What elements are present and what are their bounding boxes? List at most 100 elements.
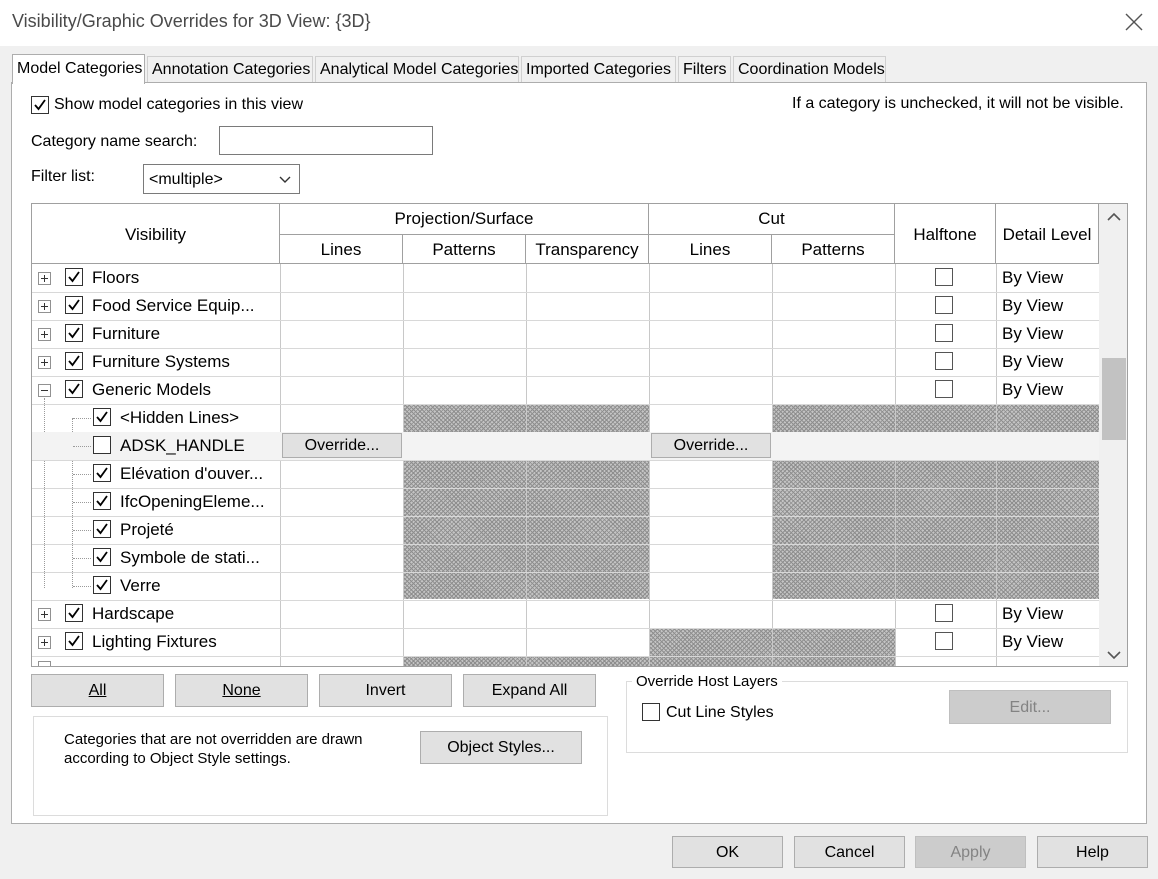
row-category-name: <Hidden Lines> [120, 408, 240, 427]
halftone-checkbox[interactable] [935, 296, 953, 314]
row-category-name: Furniture Systems [92, 352, 230, 371]
table-row[interactable]: ADSK_HANDLE Override... Override... [32, 432, 1099, 460]
row-visibility-checkbox[interactable] [65, 352, 83, 370]
collapse-icon[interactable] [38, 384, 51, 397]
table-row[interactable]: Projeté [32, 516, 1099, 544]
header-transparency[interactable]: Transparency [526, 235, 649, 264]
row-visibility-checkbox[interactable] [93, 408, 111, 426]
row-visibility-checkbox[interactable] [65, 296, 83, 314]
edit-button[interactable]: Edit... [949, 690, 1111, 724]
check-icon [96, 523, 108, 535]
row-visibility-checkbox[interactable] [65, 268, 83, 286]
check-icon [96, 579, 108, 591]
filter-list-select[interactable]: <multiple> [143, 164, 300, 194]
row-visibility-checkbox[interactable] [93, 464, 111, 482]
expand-icon[interactable] [38, 356, 51, 369]
table-row[interactable]: Floors By View [32, 264, 1099, 292]
object-styles-button[interactable]: Object Styles... [420, 731, 582, 764]
header-visibility[interactable]: Visibility [32, 204, 280, 264]
scrollbar-thumb[interactable] [1102, 358, 1126, 440]
row-visibility-checkbox[interactable] [65, 380, 83, 398]
header-projection-surface: Projection/Surface [280, 204, 649, 235]
row-visibility-checkbox[interactable] [93, 436, 111, 454]
table-row[interactable]: Hardscape By View [32, 600, 1099, 628]
expand-icon[interactable] [38, 328, 51, 341]
detail-level-value[interactable]: By View [1002, 352, 1063, 372]
expand-all-button[interactable]: Expand All [463, 674, 596, 707]
row-visibility-checkbox[interactable] [65, 324, 83, 342]
filter-list-value: <multiple> [149, 171, 223, 188]
header-projection-lines[interactable]: Lines [280, 235, 403, 264]
expand-icon[interactable] [38, 300, 51, 313]
none-label: None [222, 682, 261, 699]
table-row[interactable]: Symbole de stati... [32, 544, 1099, 572]
all-label: All [88, 682, 107, 699]
table-row[interactable]: IfcOpeningEleme... [32, 488, 1099, 516]
halftone-checkbox[interactable] [935, 352, 953, 370]
halftone-checkbox[interactable] [935, 380, 953, 398]
row-visibility-checkbox[interactable] [93, 492, 111, 510]
halftone-checkbox[interactable] [935, 268, 953, 286]
row-category-name: IfcOpeningEleme... [120, 492, 265, 511]
halftone-checkbox[interactable] [935, 604, 953, 622]
row-visibility-checkbox[interactable] [93, 548, 111, 566]
check-icon [68, 383, 80, 395]
row-category-name: Furniture [92, 324, 161, 343]
detail-level-value[interactable]: By View [1002, 380, 1063, 400]
cut-line-styles-checkbox[interactable] [642, 703, 660, 721]
invert-button[interactable]: Invert [319, 674, 452, 707]
detail-level-value[interactable]: By View [1002, 324, 1063, 344]
row-category-name: Floors [92, 268, 140, 287]
row-visibility-checkbox[interactable] [65, 632, 83, 650]
filter-list-label: Filter list: [31, 168, 95, 185]
plus-icon [41, 303, 48, 310]
cut-line-styles-label: Cut Line Styles [666, 704, 774, 721]
row-category-name: Verre [120, 576, 161, 595]
header-cut-patterns[interactable]: Patterns [772, 235, 895, 264]
check-icon [68, 271, 80, 283]
scroll-up-icon[interactable] [1106, 211, 1122, 223]
table-row[interactable]: Furniture By View [32, 320, 1099, 348]
none-button[interactable]: None [175, 674, 308, 707]
chevron-down-icon [279, 176, 291, 183]
table-row[interactable]: Elévation d'ouver... [32, 460, 1099, 488]
table-row[interactable]: Furniture Systems By View [32, 348, 1099, 376]
expand-icon[interactable] [38, 272, 51, 285]
detail-level-value[interactable]: By View [1002, 296, 1063, 316]
check-icon [34, 99, 46, 111]
table-row[interactable]: <Hidden Lines> [32, 404, 1099, 432]
info-text-line-2: according to Object Style settings. [64, 750, 291, 767]
table-row[interactable]: Lighting Fixtures By View [32, 628, 1099, 656]
show-categories-checkbox[interactable] [31, 96, 49, 114]
row-visibility-checkbox[interactable] [93, 576, 111, 594]
check-icon [68, 327, 80, 339]
category-search-input[interactable] [219, 126, 433, 155]
detail-level-value[interactable]: By View [1002, 604, 1063, 624]
check-icon [96, 495, 108, 507]
header-cut-lines[interactable]: Lines [649, 235, 772, 264]
halftone-checkbox[interactable] [935, 324, 953, 342]
projection-lines-override-button[interactable]: Override... [282, 433, 402, 458]
row-visibility-checkbox[interactable] [65, 604, 83, 622]
category-search-label: Category name search: [31, 133, 198, 150]
expand-icon[interactable] [38, 636, 51, 649]
check-icon [96, 551, 108, 563]
all-button[interactable]: All [31, 674, 164, 707]
visibility-hint: If a category is unchecked, it will not … [792, 95, 1124, 112]
detail-level-value[interactable]: By View [1002, 268, 1063, 288]
table-row[interactable]: Generic Models By View [32, 376, 1099, 404]
scroll-down-icon[interactable] [1106, 649, 1122, 661]
cut-lines-override-button[interactable]: Override... [651, 433, 771, 458]
detail-level-value[interactable]: By View [1002, 632, 1063, 652]
check-icon [96, 411, 108, 423]
halftone-checkbox[interactable] [935, 632, 953, 650]
table-row[interactable]: Food Service Equip... By View [32, 292, 1099, 320]
header-detail-level[interactable]: Detail Level [996, 204, 1099, 264]
header-halftone[interactable]: Halftone [895, 204, 996, 264]
row-category-name: ADSK_HANDLE [120, 436, 245, 455]
table-row[interactable]: Verre [32, 572, 1099, 600]
header-projection-patterns[interactable]: Patterns [403, 235, 526, 264]
row-visibility-checkbox[interactable] [93, 520, 111, 538]
check-icon [68, 299, 80, 311]
expand-icon[interactable] [38, 608, 51, 621]
